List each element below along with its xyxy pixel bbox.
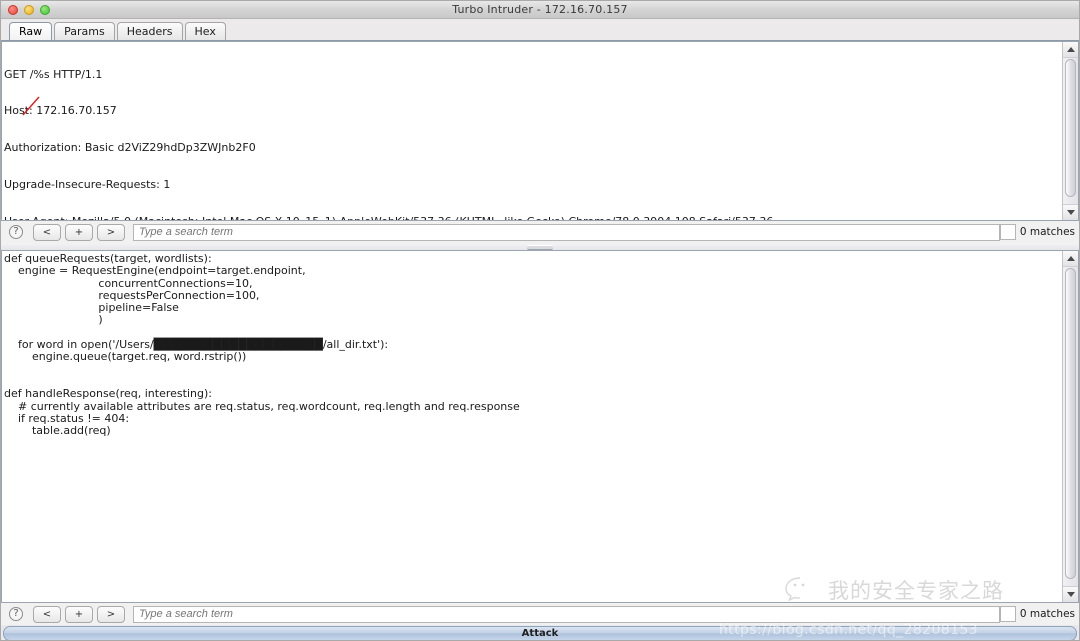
attack-button-label: Attack — [521, 628, 559, 639]
request-line: Authorization: Basic d2ViZ29hdDp3ZWJnb2F… — [4, 141, 256, 155]
script-editor-body[interactable]: def queueRequests(target, wordlists): en… — [2, 251, 1062, 602]
turbo-intruder-window: Turbo Intruder - 172.16.70.157 Raw Param… — [0, 0, 1080, 641]
script-search-bar: ? < + > 0 matches — [1, 603, 1079, 625]
scroll-down-arrow-icon[interactable] — [1063, 204, 1078, 220]
search-prev-button[interactable]: < — [33, 605, 61, 623]
scroll-thumb[interactable] — [1065, 59, 1076, 197]
search-next-button[interactable]: > — [97, 605, 125, 623]
tab-params[interactable]: Params — [54, 22, 115, 40]
window-titlebar: Turbo Intruder - 172.16.70.157 — [1, 1, 1079, 19]
script-editor-panel: def queueRequests(target, wordlists): en… — [1, 250, 1079, 603]
script-search-input[interactable] — [133, 605, 1000, 623]
panel-splitter[interactable] — [1, 243, 1079, 250]
request-line: GET /%s HTTP/1.1 — [4, 67, 103, 81]
script-text: def queueRequests(target, wordlists): en… — [4, 252, 520, 438]
message-tabs: Raw Params Headers Hex — [1, 19, 1079, 41]
window-title: Turbo Intruder - 172.16.70.157 — [452, 3, 628, 16]
question-mark-icon[interactable]: ? — [9, 225, 23, 239]
search-next-button[interactable]: > — [97, 223, 125, 241]
tab-raw[interactable]: Raw — [9, 22, 53, 40]
request-line: Host: 172.16.70.157 — [4, 104, 117, 118]
scroll-thumb[interactable] — [1065, 268, 1076, 579]
scroll-up-arrow-icon[interactable] — [1063, 42, 1078, 58]
question-mark-icon[interactable]: ? — [9, 607, 23, 621]
search-case-checkbox[interactable] — [999, 606, 1016, 622]
search-case-checkbox[interactable] — [999, 224, 1016, 240]
request-vertical-scrollbar[interactable] — [1062, 42, 1078, 220]
script-vertical-scrollbar[interactable] — [1062, 251, 1078, 602]
attack-button[interactable]: Attack — [3, 626, 1077, 640]
request-search-bar: ? < + > 0 matches — [1, 221, 1079, 243]
request-editor-body[interactable]: GET /%s HTTP/1.1 Host: 172.16.70.157 Aut… — [2, 42, 1062, 220]
script-match-count: 0 matches — [1019, 608, 1075, 620]
tab-hex[interactable]: Hex — [184, 22, 226, 40]
search-prev-button[interactable]: < — [33, 223, 61, 241]
attack-bar: Attack — [1, 625, 1079, 640]
request-search-input[interactable] — [133, 223, 1000, 241]
tab-headers[interactable]: Headers — [116, 22, 183, 40]
request-editor-panel: GET /%s HTTP/1.1 Host: 172.16.70.157 Aut… — [1, 41, 1079, 221]
search-add-button[interactable]: + — [65, 223, 93, 241]
scroll-down-arrow-icon[interactable] — [1063, 586, 1078, 602]
scroll-up-arrow-icon[interactable] — [1063, 251, 1078, 267]
request-line: User-Agent: Mozilla/5.0 (Macintosh; Inte… — [4, 215, 1062, 220]
request-match-count: 0 matches — [1019, 226, 1075, 238]
request-line: Upgrade-Insecure-Requests: 1 — [4, 178, 171, 192]
search-add-button[interactable]: + — [65, 605, 93, 623]
request-text: GET /%s HTTP/1.1 Host: 172.16.70.157 Aut… — [4, 44, 1062, 220]
